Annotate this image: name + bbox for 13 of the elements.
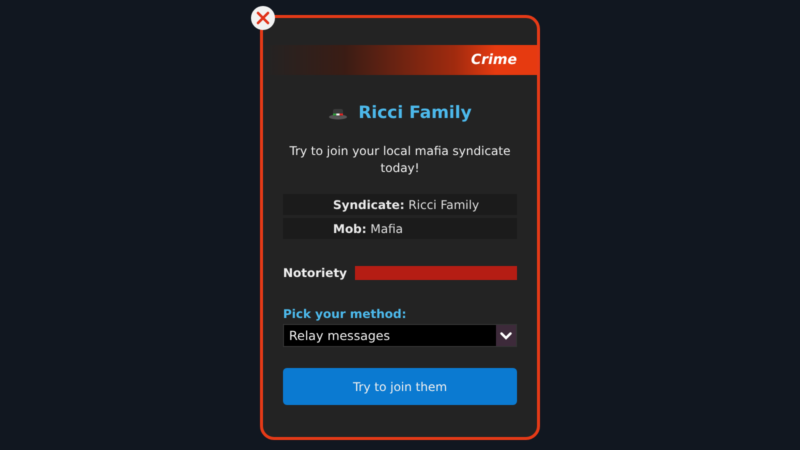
detail-text: Mob: Mafia	[333, 222, 404, 236]
method-dropdown[interactable]: Relay messages	[283, 324, 517, 347]
close-button[interactable]	[251, 6, 275, 30]
detail-text: Syndicate: Ricci Family	[333, 198, 480, 212]
chevron-icon	[500, 332, 512, 340]
method-label: Pick your method:	[283, 307, 408, 321]
join-button[interactable]: Try to join them	[283, 368, 517, 405]
meter-label: Notoriety	[283, 266, 347, 280]
hat-icon	[328, 106, 348, 120]
description-text: Try to join your local mafia syndicate today!	[288, 143, 512, 177]
close-icon	[256, 11, 270, 25]
dialog-title: Ricci Family	[358, 103, 472, 123]
category-label: Crime	[470, 52, 517, 68]
